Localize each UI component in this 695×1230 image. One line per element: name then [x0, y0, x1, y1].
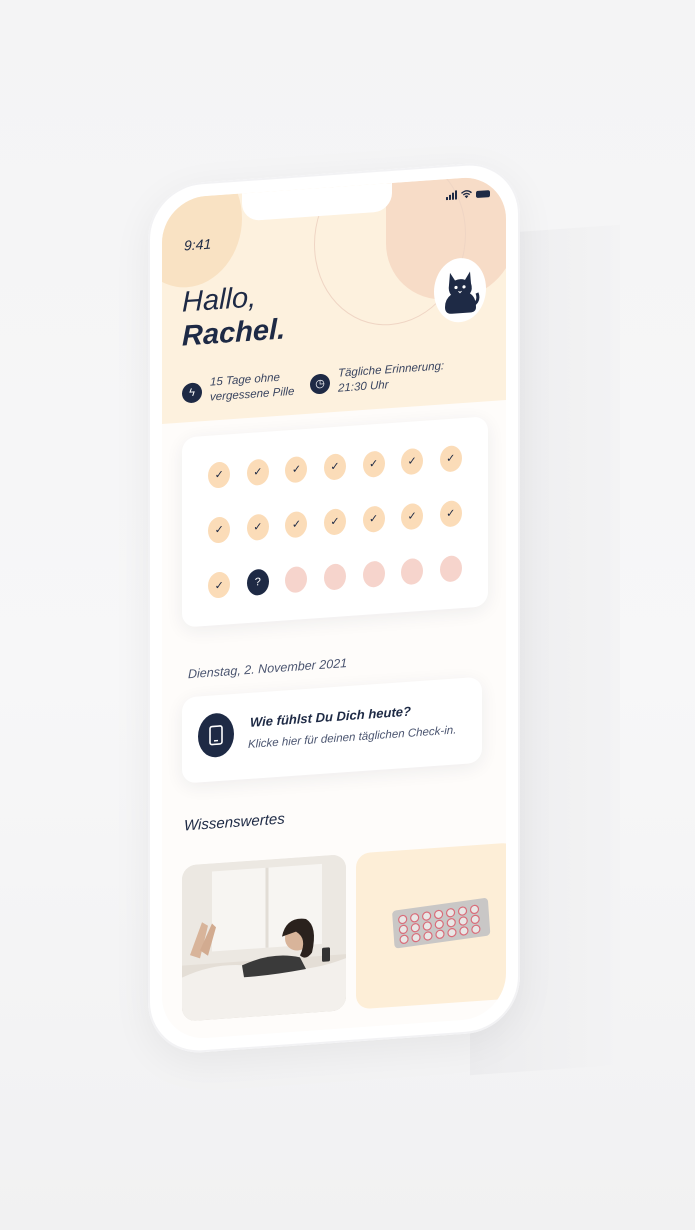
- pill-blister-image: [392, 898, 491, 949]
- pill-upcoming: [362, 560, 385, 589]
- lightning-icon: ϟ: [182, 382, 202, 404]
- app-screen: 9:41 Hallo, Rachel. ϟ 15 Tage ohne verge…: [162, 174, 506, 1042]
- pill-taken[interactable]: ✓: [439, 444, 462, 473]
- pill-upcoming: [323, 563, 346, 592]
- cat-icon: [445, 271, 480, 314]
- greeting: Hallo, Rachel.: [182, 278, 285, 353]
- pill-taken[interactable]: ✓: [285, 455, 308, 484]
- current-date: Dienstag, 2. November 2021: [188, 656, 348, 682]
- greeting-name: Rachel.: [182, 313, 286, 353]
- streak-text: 15 Tage ohne vergessene Pille: [210, 371, 295, 404]
- battery-icon: [476, 190, 490, 199]
- pill-taken[interactable]: ✓: [362, 450, 385, 478]
- checkin-card[interactable]: Wie fühlst Du Dich heute? Klicke hier fü…: [182, 676, 482, 784]
- pill-taken[interactable]: ✓: [208, 460, 231, 489]
- section-title: Wissenswertes: [184, 810, 285, 835]
- pill-taken[interactable]: ✓: [246, 513, 269, 542]
- pill-today[interactable]: ?: [246, 568, 269, 597]
- avatar[interactable]: [434, 256, 486, 325]
- article-card-pill-pack[interactable]: [356, 842, 506, 1010]
- checkin-subtitle: Klicke hier für deinen täglichen Check-i…: [248, 724, 457, 752]
- pill-taken[interactable]: ✓: [401, 447, 424, 475]
- pill-taken[interactable]: ✓: [246, 458, 269, 486]
- wifi-icon: [461, 190, 472, 199]
- decor-blob: [162, 174, 242, 292]
- reminder-stat: ◷ Tägliche Erinnerung: 21:30 Uhr: [310, 359, 450, 399]
- pill-taken[interactable]: ✓: [401, 502, 424, 531]
- pill-upcoming: [285, 566, 308, 594]
- pill-taken[interactable]: ✓: [208, 516, 231, 544]
- status-time: 9:41: [184, 235, 212, 254]
- pill-taken[interactable]: ✓: [323, 508, 346, 536]
- hero-header: 9:41 Hallo, Rachel. ϟ 15 Tage ohne verge…: [162, 174, 506, 425]
- pill-taken[interactable]: ✓: [439, 500, 462, 528]
- checkin-title: Wie fühlst Du Dich heute?: [250, 703, 411, 730]
- reminder-text: Tägliche Erinnerung: 21:30 Uhr: [338, 360, 445, 395]
- article-card-photo[interactable]: [182, 854, 346, 1022]
- smartphone-icon: [198, 711, 234, 759]
- pill-taken[interactable]: ✓: [362, 505, 385, 533]
- streak-stat: ϟ 15 Tage ohne vergessene Pille: [182, 369, 300, 407]
- pill-taken[interactable]: ✓: [208, 571, 231, 600]
- pill-calendar: ✓ ✓ ✓ ✓ ✓ ✓ ✓ ✓ ✓ ✓ ✓ ✓ ✓ ✓ ✓?: [182, 416, 488, 628]
- pill-taken[interactable]: ✓: [285, 510, 308, 539]
- clock-icon: ◷: [310, 373, 330, 395]
- phone-frame: 9:41 Hallo, Rachel. ϟ 15 Tage ohne verge…: [148, 159, 520, 1056]
- woman-reading-photo: [182, 854, 346, 1022]
- signal-icon: [446, 190, 457, 201]
- pill-upcoming: [439, 555, 462, 583]
- pill-upcoming: [401, 558, 424, 586]
- pill-taken[interactable]: ✓: [323, 452, 346, 481]
